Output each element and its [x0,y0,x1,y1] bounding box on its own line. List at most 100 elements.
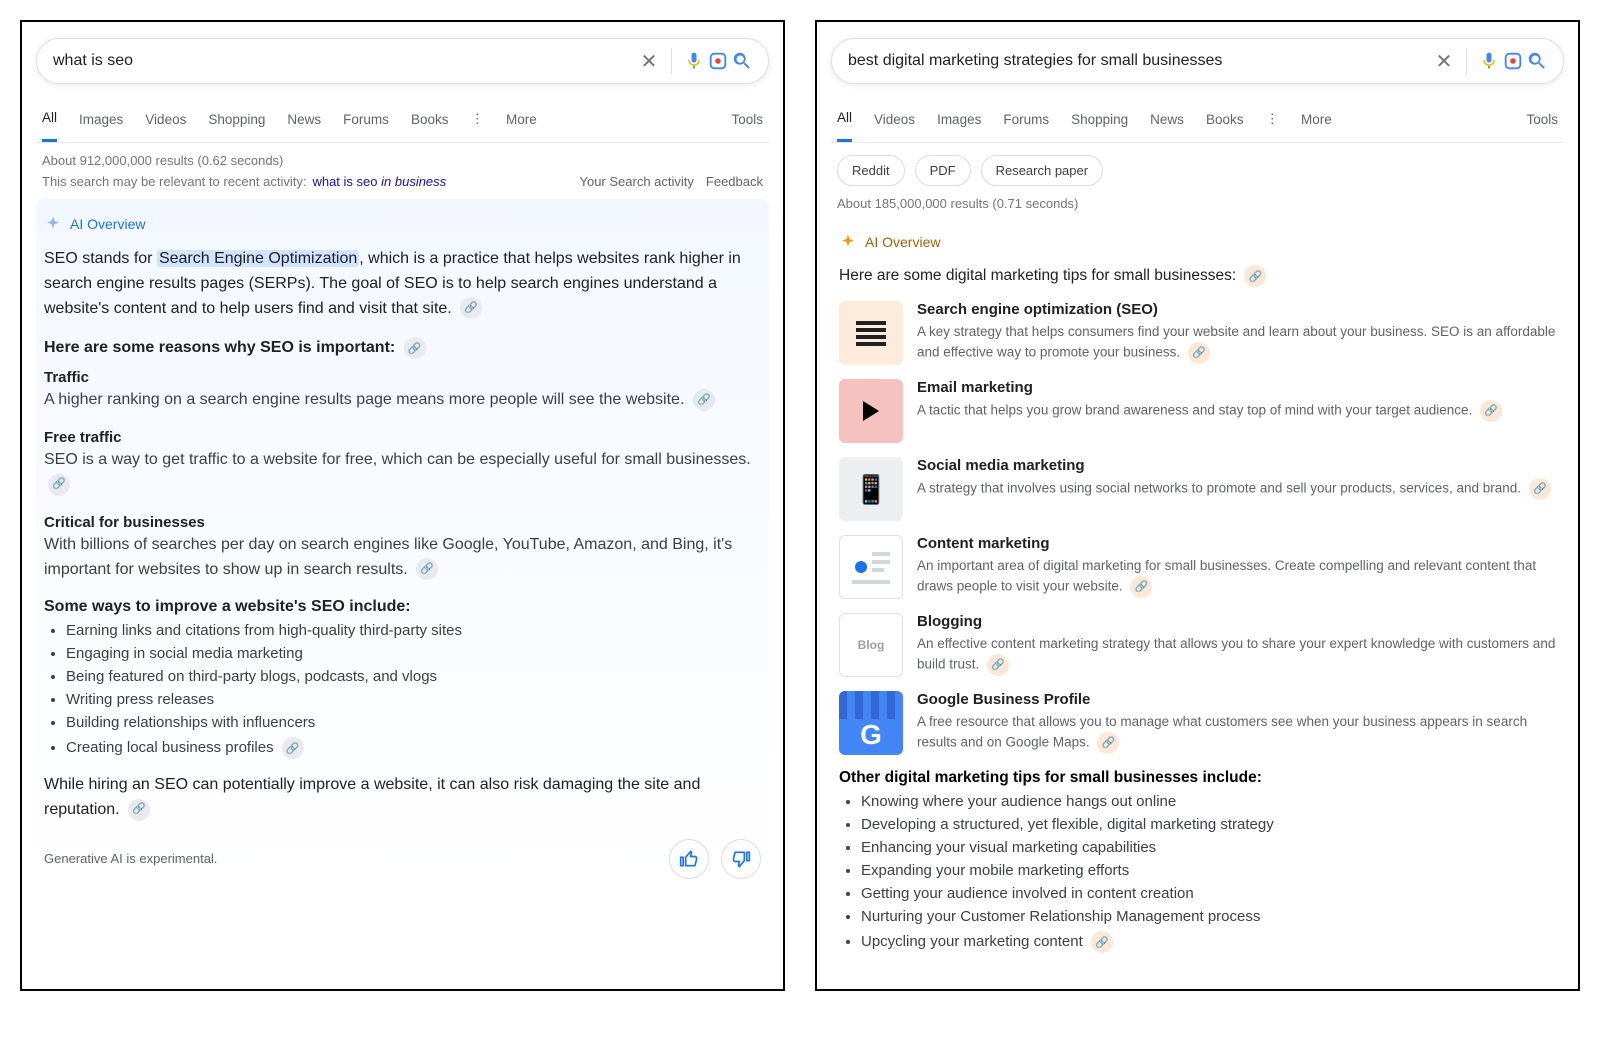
lens-icon[interactable] [706,49,730,73]
tab-books[interactable]: Books [411,98,449,141]
tip-item: Search engine optimization (SEO) A key s… [839,301,1556,365]
search-input[interactable] [846,51,1432,71]
tip-title: Content marketing [917,535,1556,552]
more-menu-icon[interactable]: ⋮ [1265,111,1279,127]
ai-overview-label: AI Overview [865,234,940,250]
tab-forums[interactable]: Forums [1003,98,1049,141]
tip-item: Content marketing An important area of d… [839,535,1556,599]
sparkle-icon [44,215,62,233]
tip-desc: A strategy that involves using social ne… [917,478,1551,500]
tip-desc: A tactic that helps you grow brand aware… [917,400,1502,422]
feedback-link[interactable]: Feedback [706,174,763,189]
tab-all[interactable]: All [42,96,57,142]
tab-more[interactable]: More [1301,98,1332,141]
reason-title: Critical for businesses [44,514,761,531]
chip-research[interactable]: Research paper [981,155,1104,186]
reason-text: A higher ranking on a search engine resu… [44,388,761,413]
tools-button[interactable]: Tools [1526,112,1558,127]
tip-thumb-content [839,535,903,599]
divider [671,48,672,74]
overview-summary: SEO stands for Search Engine Optimizatio… [44,247,761,321]
tab-shopping[interactable]: Shopping [1071,98,1128,141]
list-item: Enhancing your visual marketing capabili… [861,839,1556,856]
citation-icon[interactable]: 🔗 [1188,342,1210,364]
list-item: Writing press releases [66,691,761,708]
list-item: Developing a structured, yet flexible, d… [861,816,1556,833]
lens-icon[interactable] [1501,49,1525,73]
citation-icon[interactable]: 🔗 [1480,400,1502,422]
citation-icon[interactable]: 🔗 [404,337,426,359]
overview-intro: Here are some digital marketing tips for… [839,265,1556,287]
reason-title: Free traffic [44,429,761,446]
tabs-row: All Images Videos Shopping News Forums B… [36,96,769,143]
tab-videos[interactable]: Videos [874,98,915,141]
search-input[interactable] [51,51,637,71]
reason-text: With billions of searches per day on sea… [44,533,761,583]
reason-title: Traffic [44,369,761,386]
search-icon[interactable] [1525,49,1549,73]
citation-icon[interactable]: 🔗 [987,654,1009,676]
mic-icon[interactable] [1477,49,1501,73]
search-bar[interactable]: ✕ [831,38,1564,84]
thumbs-up-button[interactable] [669,839,709,879]
tab-forums[interactable]: Forums [343,98,389,141]
citation-icon[interactable]: 🔗 [1091,931,1113,953]
citation-icon[interactable]: 🔗 [282,737,304,759]
mic-icon[interactable] [682,49,706,73]
tab-videos[interactable]: Videos [145,98,186,141]
list-item: Nurturing your Customer Relationship Man… [861,908,1556,925]
activity-row: This search may be relevant to recent ac… [42,174,763,189]
experimental-note: Generative AI is experimental. [44,851,217,866]
tab-more[interactable]: More [506,98,537,141]
thumbs-down-button[interactable] [721,839,761,879]
list-item: Engaging in social media marketing [66,645,761,662]
activity-link[interactable]: what is seo in business [312,174,446,189]
clear-icon[interactable]: ✕ [1432,49,1456,73]
citation-icon[interactable]: 🔗 [128,799,150,821]
more-menu-icon[interactable]: ⋮ [470,111,484,127]
citation-icon[interactable]: 🔗 [1130,576,1152,598]
tip-item: Blog Blogging An effective content marke… [839,613,1556,677]
results-count: About 185,000,000 results (0.71 seconds) [837,196,1564,211]
activity-prefix: This search may be relevant to recent ac… [42,174,306,189]
divider [1466,48,1467,74]
closing-text: While hiring an SEO can potentially impr… [44,773,761,823]
tip-desc: A free resource that allows you to manag… [917,712,1556,754]
tip-title: Email marketing [917,379,1502,396]
filter-chips: Reddit PDF Research paper [837,155,1558,186]
citation-icon[interactable]: 🔗 [1529,478,1551,500]
tip-item: 📱 Social media marketing A strategy that… [839,457,1556,521]
panel-left: ✕ All Images Videos Shopping News Forums… [20,20,785,991]
citation-icon[interactable]: 🔗 [416,558,438,580]
tip-thumb-email [839,379,903,443]
ai-overview-label: AI Overview [70,216,145,232]
citation-icon[interactable]: 🔗 [693,389,715,411]
tab-images[interactable]: Images [79,98,123,141]
chip-reddit[interactable]: Reddit [837,155,905,186]
citation-icon[interactable]: 🔗 [1097,732,1119,754]
list-item: Upcycling your marketing content 🔗 [861,931,1556,953]
search-icon[interactable] [730,49,754,73]
tip-title: Search engine optimization (SEO) [917,301,1556,318]
clear-icon[interactable]: ✕ [637,49,661,73]
tab-shopping[interactable]: Shopping [208,98,265,141]
tab-all[interactable]: All [837,96,852,142]
chip-pdf[interactable]: PDF [915,155,971,186]
citation-icon[interactable]: 🔗 [1244,265,1266,287]
other-tips-heading: Other digital marketing tips for small b… [839,769,1556,787]
list-item: Getting your audience involved in conten… [861,885,1556,902]
tab-news[interactable]: News [287,98,321,141]
reason-text: SEO is a way to get traffic to a website… [44,448,761,498]
search-activity-link[interactable]: Your Search activity [579,174,693,189]
citation-icon[interactable]: 🔗 [460,297,482,319]
tip-title: Social media marketing [917,457,1551,474]
search-bar[interactable]: ✕ [36,38,769,84]
citation-icon[interactable]: 🔗 [48,474,70,496]
list-item: Building relationships with influencers [66,714,761,731]
sparkle-icon [839,233,857,251]
tab-news[interactable]: News [1150,98,1184,141]
tools-button[interactable]: Tools [731,112,763,127]
tab-images[interactable]: Images [937,98,981,141]
tab-books[interactable]: Books [1206,98,1244,141]
tip-item: Email marketing A tactic that helps you … [839,379,1556,443]
